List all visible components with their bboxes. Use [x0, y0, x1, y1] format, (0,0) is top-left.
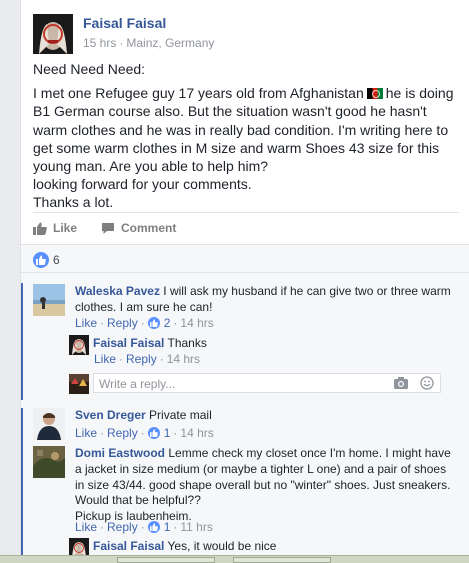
comment-button[interactable]: Comment — [101, 221, 176, 235]
comment-text: Thanks — [167, 336, 207, 350]
thumbs-up-icon — [33, 222, 47, 235]
comment-label: Comment — [121, 221, 177, 235]
afghanistan-flag-icon — [366, 88, 383, 100]
post-card: Faisal Faisal 15 hrs · Mainz, Germany Ne… — [20, 0, 469, 563]
commenter-avatar[interactable] — [33, 408, 65, 440]
comment-author[interactable]: Sven Dreger — [75, 408, 146, 422]
smiley-icon[interactable] — [420, 376, 434, 390]
commenter-avatar[interactable] — [33, 446, 65, 478]
thread-indicator — [21, 283, 23, 400]
separator: · — [173, 426, 178, 440]
post-meta: 15 hrs · Mainz, Germany — [83, 36, 214, 50]
taskbar-tab[interactable] — [233, 557, 331, 563]
current-user-avatar — [69, 374, 89, 394]
separator: · — [140, 316, 145, 330]
comment-reply: Faisal Faisal Yes, it would be nice — [69, 538, 449, 556]
comment-like-link[interactable]: Like — [75, 316, 97, 330]
comment-time[interactable]: 14 hrs — [180, 426, 213, 440]
post-location[interactable]: Mainz, Germany — [126, 36, 214, 50]
comment-like-link[interactable]: Like — [75, 426, 97, 440]
like-label: Like — [53, 221, 78, 235]
comment-actions: Like · Reply · 2 · 14 hrs — [75, 316, 214, 330]
camera-icon[interactable] — [394, 377, 408, 389]
post-paragraph: I met one Refugee guy 17 years old from … — [33, 84, 461, 175]
like-reaction-icon — [147, 317, 160, 329]
separator: · — [173, 316, 178, 330]
post-paragraph: Need Need Need: — [33, 61, 146, 77]
comment-actions: Like · Reply · 1 · 11 hrs — [75, 520, 213, 534]
meta-separator: · — [119, 36, 124, 50]
like-reaction-icon — [33, 252, 49, 268]
comment-like-link[interactable]: Like — [94, 352, 116, 366]
commenter-avatar[interactable] — [69, 538, 89, 555]
post-actions: Like Comment — [33, 221, 176, 235]
comment: Domi Eastwood Lemme check my closet once… — [33, 446, 458, 523]
separator: · — [100, 316, 105, 330]
separator: · — [173, 520, 178, 534]
comment-time[interactable]: 14 hrs — [167, 352, 200, 366]
comment-author[interactable]: Faisal Faisal — [93, 539, 164, 553]
post-time[interactable]: 15 hrs — [83, 36, 116, 50]
comment-time[interactable]: 11 hrs — [180, 520, 212, 534]
comment-like-link[interactable]: Like — [75, 520, 97, 534]
post-author-name[interactable]: Faisal Faisal — [83, 15, 166, 31]
comment-reply-link[interactable]: Reply — [107, 426, 138, 440]
separator: · — [140, 426, 145, 440]
comment-reply-link[interactable]: Reply — [126, 352, 157, 366]
comment-author[interactable]: Domi Eastwood — [75, 446, 165, 460]
comment-text: Private mail — [149, 408, 212, 422]
comment-text: Yes, it would be nice — [167, 539, 277, 553]
thread-indicator — [21, 408, 23, 555]
separator: · — [159, 352, 164, 366]
post-text: Need Need Need: I met one Refugee guy 17… — [33, 60, 461, 212]
divider — [33, 212, 459, 213]
comment-time[interactable]: 14 hrs — [180, 316, 213, 330]
comment-reply-link[interactable]: Reply — [107, 520, 138, 534]
commenter-avatar[interactable] — [69, 335, 89, 355]
comment-author[interactable]: Faisal Faisal — [93, 336, 164, 350]
reply-input[interactable] — [99, 377, 389, 391]
separator: · — [100, 426, 105, 440]
comment-reply-link[interactable]: Reply — [107, 316, 138, 330]
author-avatar[interactable] — [33, 14, 73, 54]
separator: · — [140, 520, 145, 534]
reaction-count[interactable]: 6 — [53, 253, 60, 267]
post-paragraph: Thanks a lot. — [33, 194, 114, 211]
commenter-avatar[interactable] — [33, 284, 65, 316]
like-reaction-icon — [147, 521, 160, 533]
reply-box — [93, 373, 441, 393]
comment-actions: Like · Reply · 14 hrs — [94, 352, 200, 366]
like-button[interactable]: Like — [33, 221, 77, 235]
comment-like-count[interactable]: 2 — [164, 316, 171, 330]
comment-author[interactable]: Waleska Pavez — [75, 284, 160, 298]
like-reaction-icon — [147, 427, 160, 439]
taskbar-strip — [0, 555, 469, 563]
comment-like-count[interactable]: 1 — [164, 520, 171, 534]
comment-icon — [102, 222, 115, 234]
separator: · — [100, 520, 105, 534]
comment-like-count[interactable]: 1 — [164, 426, 171, 440]
separator: · — [119, 352, 124, 366]
post-text-segment: I met one Refugee guy 17 years old from … — [33, 85, 364, 102]
post-paragraph: looking forward for your comments. — [33, 176, 252, 193]
comment-actions: Like · Reply · 1 · 14 hrs — [75, 426, 214, 440]
taskbar-tab[interactable] — [117, 557, 215, 563]
reactions-bar[interactable]: 6 — [21, 244, 469, 272]
